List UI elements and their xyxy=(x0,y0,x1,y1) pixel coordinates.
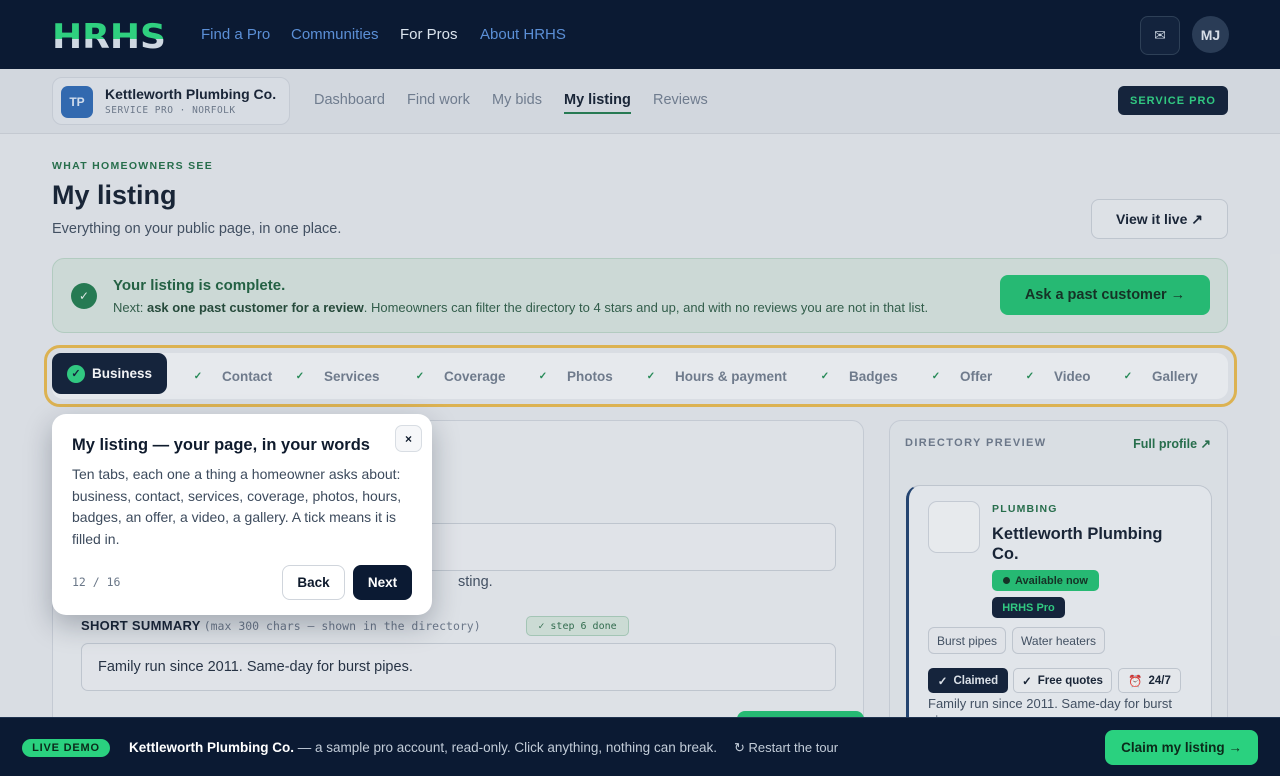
alarm-clock-icon: ⏰ xyxy=(1128,675,1143,688)
close-icon[interactable]: × xyxy=(395,425,422,452)
short-summary-input[interactable]: Family run since 2011. Same-day for burs… xyxy=(81,643,836,691)
restart-tour-link[interactable]: ↻ Restart the tour xyxy=(734,740,838,756)
business-logo-placeholder xyxy=(928,501,980,553)
subnav-find-work[interactable]: Find work xyxy=(407,92,470,108)
check-icon: ✓ xyxy=(937,675,948,688)
account-switcher[interactable]: TP Kettleworth Plumbing Co. SERVICE PRO … xyxy=(52,77,290,125)
nav-find-a-pro[interactable]: Find a Pro xyxy=(201,26,270,43)
card-category: PLUMBING xyxy=(992,503,1058,515)
live-demo-bar: LIVE DEMO Kettleworth Plumbing Co. — a s… xyxy=(0,717,1280,776)
short-summary-value: Family run since 2011. Same-day for burs… xyxy=(98,659,413,675)
nav-about-hrhs[interactable]: About HRHS xyxy=(480,26,566,43)
subnav-reviews[interactable]: Reviews xyxy=(653,92,708,108)
subnav-my-listing[interactable]: My listing xyxy=(564,92,631,108)
directory-preview-panel: DIRECTORY PREVIEW Full profile ↗ PLUMBIN… xyxy=(889,420,1228,740)
page-title: My listing xyxy=(52,180,177,210)
tour-popover: × My listing — your page, in your words … xyxy=(52,414,432,615)
top-navigation: HRHS Find a Pro Communities For Pros Abo… xyxy=(0,0,1280,69)
check-icon: ✓ xyxy=(1022,675,1032,688)
short-summary-label: SHORT SUMMARY (max 300 chars — shown in t… xyxy=(81,618,481,633)
live-demo-badge: LIVE DEMO xyxy=(22,739,110,757)
service-chip: Water heaters xyxy=(1012,627,1105,654)
mail-icon: ✉ xyxy=(1154,27,1166,43)
svg-text:HRHS: HRHS xyxy=(52,18,166,50)
claimed-tag: ✓ Claimed xyxy=(928,668,1008,693)
page-eyebrow: WHAT HOMEOWNERS SEE xyxy=(52,160,214,172)
card-business-name: Kettleworth Plumbing Co. xyxy=(992,525,1163,563)
service-chip: Burst pipes xyxy=(928,627,1006,654)
claim-listing-button[interactable]: Claim my listing → xyxy=(1105,730,1258,765)
always-open-tag: ⏰ 24/7 xyxy=(1118,668,1181,693)
hrhs-pro-badge: HRHS Pro xyxy=(992,597,1065,618)
view-it-live-button[interactable]: View it live ↗ xyxy=(1091,199,1228,239)
preview-title: DIRECTORY PREVIEW xyxy=(905,437,1047,449)
messages-button[interactable]: ✉ xyxy=(1140,16,1180,55)
directory-card: PLUMBING Kettleworth Plumbing Co. Availa… xyxy=(906,485,1212,739)
page-subtitle: Everything on your public page, in one p… xyxy=(52,221,342,237)
tour-title: My listing — your page, in your words xyxy=(72,436,370,454)
tour-next-button[interactable]: Next xyxy=(353,565,412,600)
check-circle-icon: ✓ xyxy=(71,283,97,309)
active-tab-underline xyxy=(564,112,631,114)
service-pro-badge: SERVICE PRO xyxy=(1118,86,1228,115)
step-done-badge: ✓ step 6 done xyxy=(526,616,629,636)
available-now-badge: Available now xyxy=(992,570,1099,591)
user-avatar[interactable]: MJ xyxy=(1192,16,1229,53)
demo-notice: Kettleworth Plumbing Co. — a sample pro … xyxy=(129,740,717,755)
tour-body: Ten tabs, each one a thing a homeowner a… xyxy=(72,466,402,547)
account-name: Kettleworth Plumbing Co. xyxy=(105,86,277,102)
ask-past-customer-button[interactable]: Ask a past customer → xyxy=(1000,275,1210,315)
full-profile-link[interactable]: Full profile ↗ xyxy=(1133,436,1211,451)
account-avatar: TP xyxy=(61,86,93,118)
nav-for-pros[interactable]: For Pros xyxy=(400,26,458,43)
free-quotes-tag: ✓ Free quotes xyxy=(1013,668,1112,693)
listing-complete-banner: ✓ Your listing is complete. Next: ask on… xyxy=(52,258,1228,333)
nav-communities[interactable]: Communities xyxy=(291,26,379,43)
account-subtitle: SERVICE PRO · NORFOLK xyxy=(105,105,236,116)
tour-back-button[interactable]: Back xyxy=(282,565,345,600)
field-hint-text: sting. xyxy=(458,574,493,590)
status-dot-icon xyxy=(1003,577,1011,584)
subnav-my-bids[interactable]: My bids xyxy=(492,92,542,108)
pro-subnavigation: TP Kettleworth Plumbing Co. SERVICE PRO … xyxy=(0,69,1280,134)
tour-highlight-ring xyxy=(44,345,1237,407)
banner-title: Your listing is complete. xyxy=(113,277,286,294)
banner-text: Next: ask one past customer for a review… xyxy=(113,300,929,315)
hrhs-logo[interactable]: HRHS xyxy=(52,18,166,50)
tour-step-counter: 12 / 16 xyxy=(72,575,121,589)
subnav-dashboard[interactable]: Dashboard xyxy=(314,92,385,108)
